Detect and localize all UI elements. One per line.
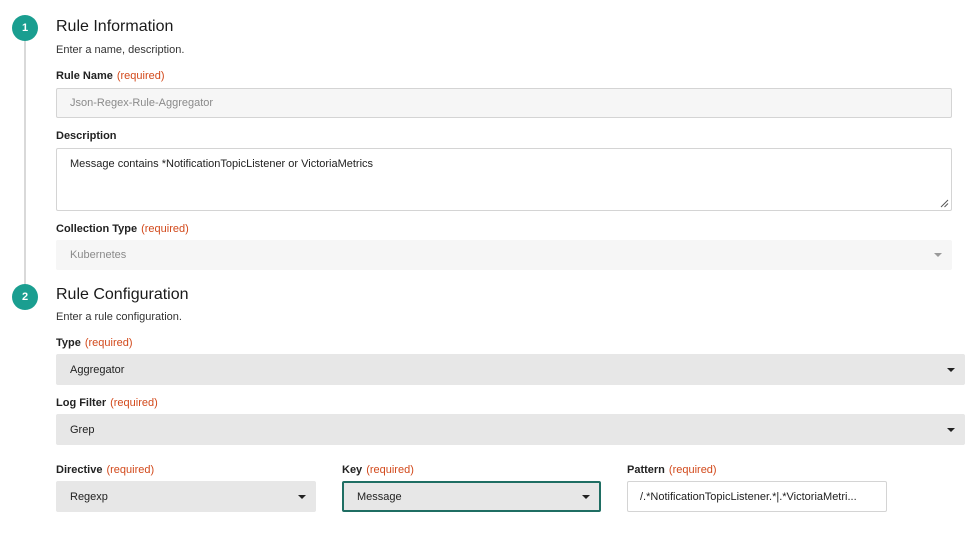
required-tag: (required) xyxy=(84,337,133,349)
caret-down-icon xyxy=(947,367,955,372)
key-label-text: Key xyxy=(342,464,363,476)
collection-type-label: Collection Type (required) xyxy=(56,223,189,235)
collection-type-select[interactable]: Kubernetes xyxy=(56,240,952,270)
section-subtitle-rule-information: Enter a name, description. xyxy=(56,44,185,56)
log-filter-select[interactable]: Grep xyxy=(56,414,965,445)
rule-name-value: Json-Regex-Rule-Aggregator xyxy=(70,97,214,109)
required-tag: (required) xyxy=(668,464,717,476)
caret-down-icon xyxy=(582,494,590,499)
step-2-indicator: 2 xyxy=(12,284,38,310)
caret-down-icon xyxy=(934,253,942,257)
description-textarea[interactable]: Message contains *NotificationTopicListe… xyxy=(56,148,952,211)
key-label: Key (required) xyxy=(342,464,414,476)
rule-name-label-text: Rule Name xyxy=(56,70,113,82)
collection-type-label-text: Collection Type xyxy=(56,223,138,235)
required-tag: (required) xyxy=(116,70,165,82)
directive-value: Regexp xyxy=(70,490,108,503)
pattern-input[interactable]: /.*NotificationTopicListener.*|.*Victori… xyxy=(627,481,887,512)
key-select[interactable]: Message xyxy=(342,481,601,512)
pattern-label: Pattern (required) xyxy=(627,464,717,476)
directive-label: Directive (required) xyxy=(56,464,154,476)
required-tag: (required) xyxy=(366,464,414,476)
section-title-rule-information: Rule Information xyxy=(56,18,174,35)
key-value: Message xyxy=(357,490,402,503)
required-tag: (required) xyxy=(110,397,158,409)
required-tag: (required) xyxy=(106,464,155,476)
collection-type-value: Kubernetes xyxy=(70,249,127,261)
section-subtitle-rule-configuration: Enter a rule configuration. xyxy=(56,311,182,323)
description-label: Description xyxy=(56,130,117,142)
type-label-text: Type xyxy=(56,337,81,349)
directive-label-text: Directive xyxy=(56,464,103,476)
directive-select[interactable]: Regexp xyxy=(56,481,316,512)
rule-name-input[interactable]: Json-Regex-Rule-Aggregator xyxy=(56,88,952,118)
step-1-indicator: 1 xyxy=(12,15,38,41)
description-value: Message contains *NotificationTopicListe… xyxy=(70,158,374,170)
caret-down-icon xyxy=(947,427,955,432)
log-filter-value: Grep xyxy=(70,423,95,436)
log-filter-label-text: Log Filter xyxy=(56,397,107,409)
caret-down-icon xyxy=(298,494,306,499)
pattern-label-text: Pattern xyxy=(627,464,665,476)
description-label-text: Description xyxy=(56,130,117,142)
type-value: Aggregator xyxy=(70,363,125,376)
log-filter-label: Log Filter (required) xyxy=(56,397,158,409)
rule-name-label: Rule Name (required) xyxy=(56,70,165,82)
resize-handle-icon[interactable] xyxy=(939,198,949,208)
section-title-rule-configuration: Rule Configuration xyxy=(56,286,189,303)
stepper-rail xyxy=(24,40,26,284)
type-label: Type (required) xyxy=(56,337,133,349)
pattern-value: /.*NotificationTopicListener.*|.*Victori… xyxy=(640,490,857,503)
type-select[interactable]: Aggregator xyxy=(56,354,965,385)
required-tag: (required) xyxy=(141,223,189,235)
